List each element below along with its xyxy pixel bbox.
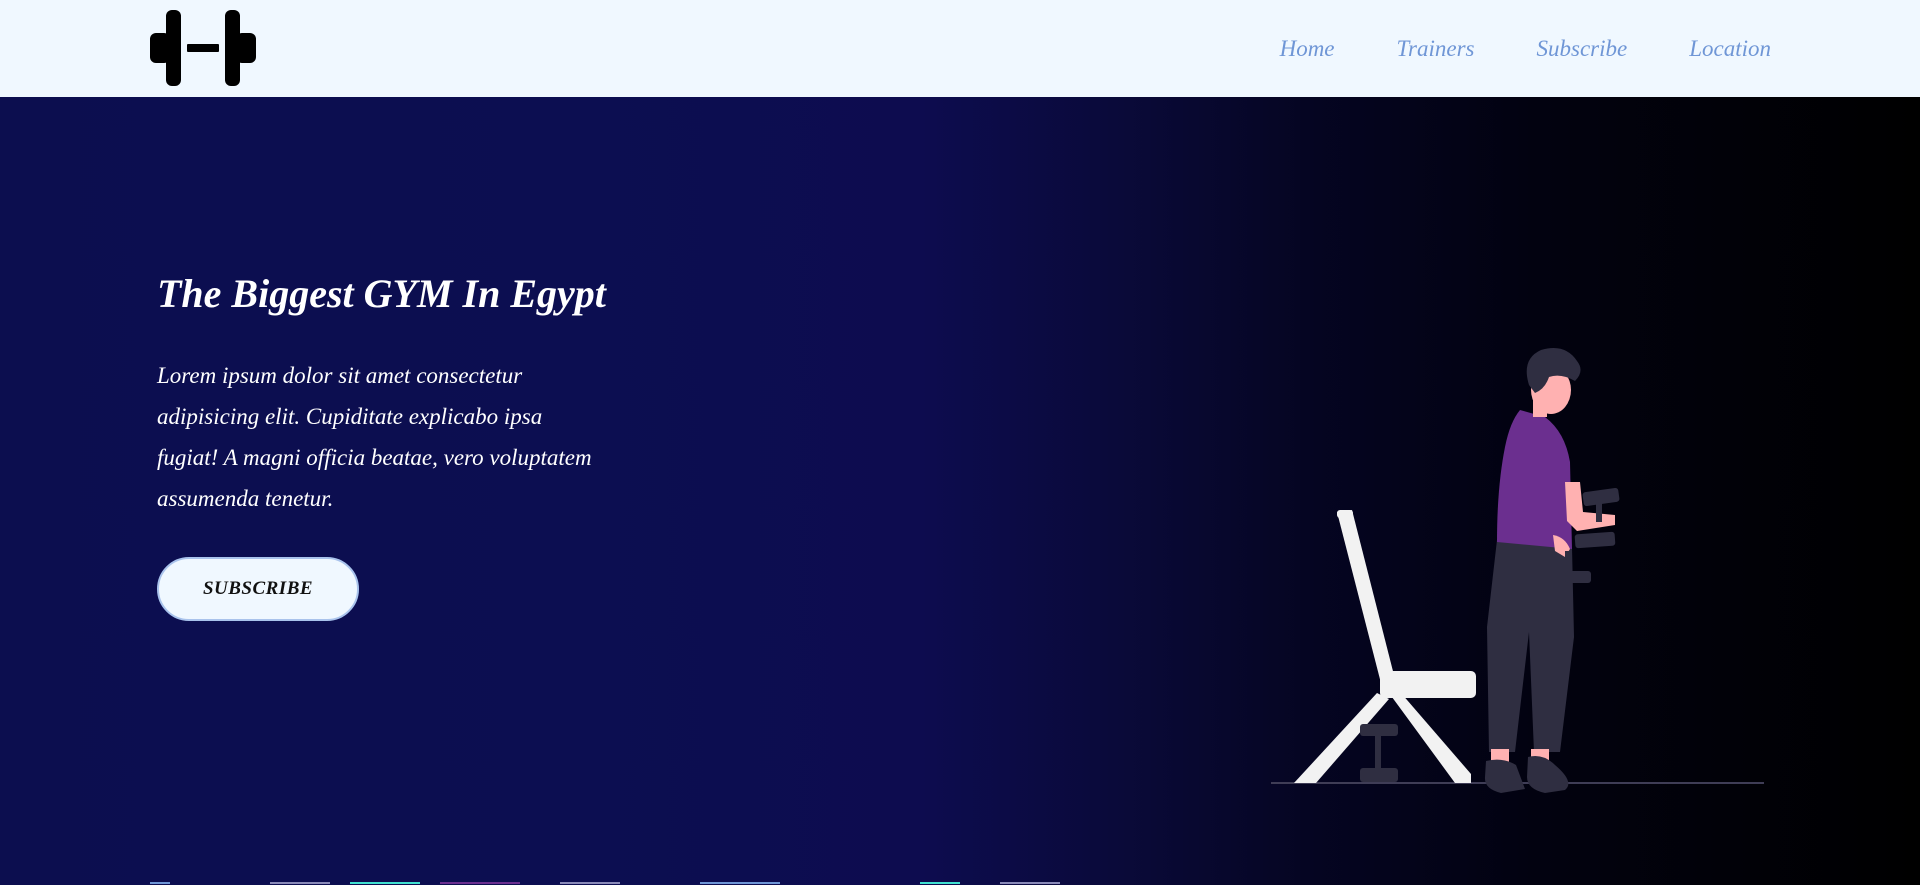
nav-link-trainers[interactable]: Trainers [1397,37,1475,60]
navbar: Home Trainers Subscribe Location [0,0,1920,97]
nav-link-home[interactable]: Home [1280,37,1335,60]
hero-section: The Biggest GYM In Egypt Lorem ipsum dol… [0,97,1920,885]
dumbbell-icon[interactable] [150,10,256,86]
hero-description: Lorem ipsum dolor sit amet consectetur a… [157,363,592,511]
nav-link-subscribe[interactable]: Subscribe [1537,37,1628,60]
person-lifting-dumbbells-illustration [1271,348,1764,793]
subscribe-button[interactable]: SUBSCRIBE [157,557,359,621]
nav-links: Home Trainers Subscribe Location [1280,0,1771,97]
hero-title: The Biggest GYM In Egypt [157,271,606,316]
section-divider [0,879,1920,885]
nav-link-location[interactable]: Location [1689,37,1771,60]
